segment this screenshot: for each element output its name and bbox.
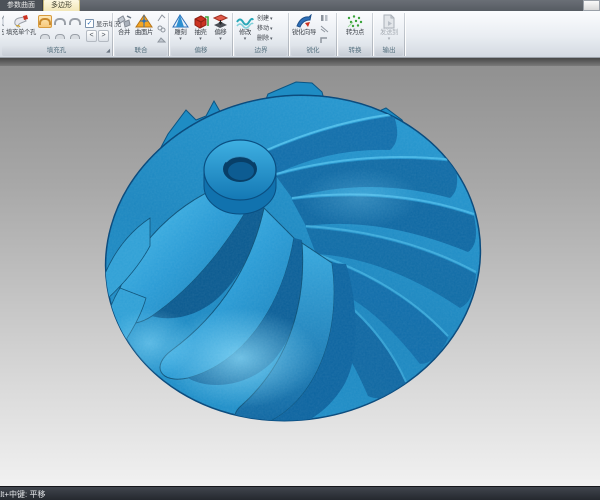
send-to-button[interactable]: 发送到 ▾ [379,12,399,46]
window-control-fragment[interactable] [583,0,600,11]
shell-button[interactable]: 抽壳 ▾ [191,12,210,46]
boundary-modify-icon [236,13,254,29]
ribbon-group-union: 合并 曲面片 [113,11,169,57]
boundary-modify-caret: ▾ [244,37,247,42]
group-label-boundary: 边界 [235,46,287,56]
prev-hole-button[interactable]: < [86,30,97,42]
convert-to-points-button[interactable]: 转为点 [345,12,365,46]
application-window: 参数曲面 多边形 全部填充 [0,0,600,500]
mesh-noise-texture [60,68,540,468]
send-to-icon [381,13,397,29]
boundary-create-button[interactable]: 创建 ▾ [256,15,274,24]
surface-patch-icon [135,13,153,29]
fill-curvature-toggle[interactable] [38,15,52,28]
offset-caret: ▾ [219,37,222,42]
sculpt-button[interactable]: 雕刻 ▾ [171,12,190,46]
ribbon-group-sharpen: 锐化向导 锐化 [289,11,337,57]
fill-all-button[interactable]: 全部填充 [2,12,4,46]
union-small-button-3[interactable] [155,35,167,45]
offset-button[interactable]: 偏移 ▾ [211,12,230,46]
fill-single-hole-icon [12,13,30,29]
arch-tangent-icon [54,18,66,25]
group-label-offset: 偏移 [171,46,231,56]
group-label-fill-holes: 填充孔 ◢ [2,46,111,56]
group-label-sharpen: 锐化 [291,46,335,56]
fill-flat-toggle[interactable] [68,15,82,28]
ribbon-group-convert: 转为点 转换 [337,11,373,57]
merge-button[interactable]: 合并 [115,12,133,46]
shell-caret: ▾ [199,37,202,42]
dialog-launcher-icon[interactable]: ◢ [106,48,110,54]
tab-parametric-surface[interactable]: 参数曲面 [0,0,43,11]
sharpen-small-button-1[interactable] [318,13,330,23]
next-hole-button[interactable]: > [98,30,109,42]
fill-all-icon [2,13,4,29]
boundary-modify-button[interactable]: 修改 ▾ [235,12,255,46]
bridge-toggle-1[interactable] [38,30,52,43]
ribbon: 全部填充 填充单个孔 [0,11,600,58]
viewport-3d[interactable] [0,58,600,486]
ribbon-tab-bar: 参数曲面 多边形 [0,0,600,11]
checkbox-mark: ✓ [85,19,94,28]
shell-icon [192,13,209,29]
bridge-icon-2 [55,34,65,39]
bridge-icon-3 [70,34,80,39]
group-label-output: 输出 [375,46,403,56]
union-small-button-2[interactable] [155,24,167,34]
ribbon-group-fill-holes: 全部填充 填充单个孔 [0,11,113,57]
impeller-hub [204,140,276,214]
send-to-caret: ▾ [388,37,391,42]
sharpen-wizard-icon [295,13,313,29]
bridge-toggle-2[interactable] [53,30,67,43]
fill-single-hole-button[interactable]: 填充单个孔 [5,12,37,46]
sharpen-small-button-3[interactable] [318,35,330,45]
arch-curvature-icon [39,18,51,25]
bridge-icon-1 [40,34,50,39]
ribbon-group-offset: 雕刻 ▾ 抽壳 ▾ [169,11,233,57]
fill-tangent-toggle[interactable] [53,15,67,28]
boundary-delete-button[interactable]: 删除 ▾ [256,35,274,44]
group-label-union: 联合 [115,46,167,56]
ribbon-group-output: 发送到 ▾ 输出 [373,11,405,57]
status-hint: Alt+中键: 平移 [0,489,45,500]
union-small-button-1[interactable] [155,13,167,23]
ribbon-empty-space [405,11,600,57]
sculpt-icon [172,13,189,29]
merge-icon [116,13,132,29]
surface-patch-button[interactable]: 曲面片 [134,12,154,46]
sculpt-caret: ▾ [179,37,182,42]
impeller-3d-model[interactable] [0,58,600,486]
sharpen-wizard-button[interactable]: 锐化向导 [291,12,317,46]
tab-polygons[interactable]: 多边形 [43,0,80,11]
sharpen-small-button-2[interactable] [318,24,330,34]
boundary-move-button[interactable]: 移动 ▾ [256,25,274,34]
arch-flat-icon [69,18,81,25]
convert-to-points-icon [346,13,364,29]
ribbon-group-boundary: 修改 ▾ 创建 ▾ 移动 ▾ 删除 ▾ [233,11,289,57]
group-label-convert: 转换 [339,46,371,56]
bridge-toggle-3[interactable] [68,30,82,43]
fill-method-toggles [38,12,82,46]
offset-icon [212,13,229,29]
status-bar: Alt+中键: 平移 [0,486,600,500]
